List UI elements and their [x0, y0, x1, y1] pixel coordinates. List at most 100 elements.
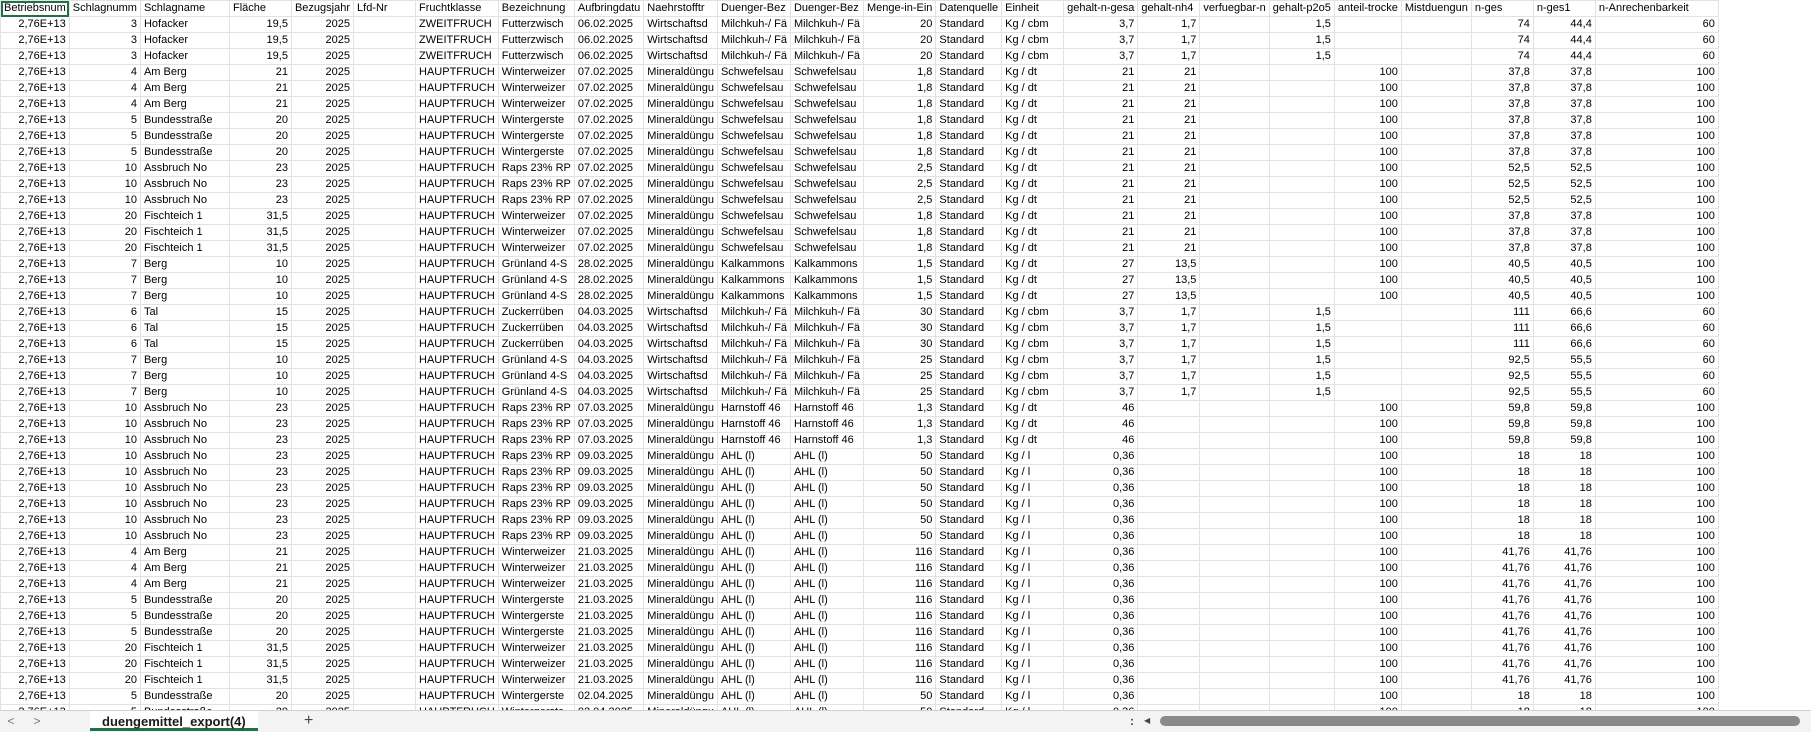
table-cell[interactable] — [1400, 336, 1472, 353]
table-cell[interactable] — [1199, 592, 1270, 609]
table-cell[interactable]: 23 — [228, 448, 292, 465]
table-cell[interactable] — [1199, 128, 1270, 145]
table-cell[interactable] — [1400, 448, 1472, 465]
table-cell[interactable]: HAUPTFRUCH — [415, 432, 499, 449]
table-cell[interactable]: 5 — [68, 688, 141, 705]
table-cell[interactable]: 100 — [1333, 80, 1402, 97]
table-cell[interactable]: 100 — [1594, 64, 1719, 81]
spreadsheet-grid[interactable]: Betriebsnum Schlagnumm Schlagname Fläche Bez… — [0, 0, 1811, 710]
table-cell[interactable]: 100 — [1594, 560, 1719, 577]
table-cell[interactable]: 3 — [68, 16, 141, 33]
table-cell[interactable]: Kg / dt — [1001, 80, 1065, 97]
table-cell[interactable] — [1268, 512, 1335, 529]
table-cell[interactable]: 1,7 — [1137, 320, 1201, 337]
table-cell[interactable] — [353, 384, 417, 401]
table-cell[interactable]: 111 — [1470, 336, 1534, 353]
table-cell[interactable]: ZWEITFRUCH — [415, 48, 499, 65]
table-cell[interactable]: 23 — [228, 176, 292, 193]
header-cell[interactable]: gehalt-n-gesa — [1063, 0, 1139, 17]
table-cell[interactable]: Winterweizer — [497, 656, 575, 673]
header-cell[interactable]: anteil-trocke — [1333, 0, 1402, 17]
table-cell[interactable]: Standard — [935, 240, 1003, 257]
table-cell[interactable]: 3,7 — [1063, 368, 1139, 385]
header-cell[interactable]: gehalt-p2o5 — [1268, 0, 1335, 17]
table-cell[interactable]: HAUPTFRUCH — [415, 656, 499, 673]
table-cell[interactable]: 2,76E+13 — [0, 224, 70, 241]
table-cell[interactable]: 100 — [1594, 112, 1719, 129]
table-cell[interactable]: 18 — [1470, 512, 1534, 529]
table-cell[interactable]: 41,76 — [1470, 544, 1534, 561]
table-cell[interactable]: 41,76 — [1470, 624, 1534, 641]
table-cell[interactable]: Standard — [935, 128, 1003, 145]
table-cell[interactable] — [1268, 192, 1335, 209]
table-cell[interactable]: 09.03.2025 — [573, 496, 645, 513]
table-cell[interactable]: 20 — [228, 128, 292, 145]
table-cell[interactable]: 30 — [862, 320, 937, 337]
table-cell[interactable]: Milchkuh-/ Fä — [789, 32, 865, 49]
table-cell[interactable]: 0,36 — [1063, 592, 1139, 609]
table-cell[interactable] — [1199, 640, 1270, 657]
table-cell[interactable]: Milchkuh-/ Fä — [716, 336, 791, 353]
table-cell[interactable]: HAUPTFRUCH — [415, 240, 499, 257]
table-cell[interactable]: Mineraldüngu — [643, 560, 718, 577]
table-cell[interactable]: 41,76 — [1532, 608, 1596, 625]
table-cell[interactable] — [353, 368, 417, 385]
table-cell[interactable]: 60 — [1594, 16, 1719, 33]
table-cell[interactable]: AHL (l) — [716, 528, 791, 545]
table-cell[interactable]: 21 — [1137, 176, 1201, 193]
table-cell[interactable]: 3 — [68, 48, 141, 65]
table-cell[interactable] — [1268, 272, 1335, 289]
table-cell[interactable]: AHL (l) — [789, 656, 865, 673]
table-cell[interactable] — [1333, 352, 1402, 369]
table-cell[interactable]: Mineraldüngu — [643, 464, 718, 481]
table-cell[interactable]: Milchkuh-/ Fä — [789, 368, 865, 385]
table-cell[interactable]: 21 — [1137, 240, 1201, 257]
table-cell[interactable]: 04.03.2025 — [573, 320, 645, 337]
table-cell[interactable]: 7 — [68, 384, 141, 401]
table-cell[interactable]: Mineraldüngu — [643, 448, 718, 465]
table-cell[interactable]: Assbruch No — [139, 528, 230, 545]
table-cell[interactable]: Standard — [935, 80, 1003, 97]
table-cell[interactable]: 07.02.2025 — [573, 112, 645, 129]
table-cell[interactable] — [353, 400, 417, 417]
table-cell[interactable]: 41,76 — [1532, 544, 1596, 561]
table-cell[interactable]: Winterweizer — [497, 240, 575, 257]
table-cell[interactable] — [1137, 640, 1201, 657]
table-cell[interactable]: Winterweizer — [497, 208, 575, 225]
table-cell[interactable]: Fischteich 1 — [139, 240, 230, 257]
table-cell[interactable]: Mineraldüngu — [643, 512, 718, 529]
table-cell[interactable]: 2,76E+13 — [0, 48, 70, 65]
table-cell[interactable]: 30 — [862, 336, 937, 353]
table-cell[interactable]: Standard — [935, 256, 1003, 273]
table-cell[interactable]: 1,3 — [862, 416, 937, 433]
table-cell[interactable]: 44,4 — [1532, 32, 1596, 49]
table-cell[interactable]: Mineraldüngu — [643, 272, 718, 289]
table-cell[interactable]: 2,76E+13 — [0, 352, 70, 369]
table-cell[interactable]: Milchkuh-/ Fä — [716, 384, 791, 401]
table-cell[interactable] — [1268, 416, 1335, 433]
table-cell[interactable] — [1333, 384, 1402, 401]
table-cell[interactable]: AHL (l) — [789, 480, 865, 497]
table-cell[interactable]: 92,5 — [1470, 368, 1534, 385]
table-cell[interactable] — [1199, 304, 1270, 321]
table-cell[interactable]: AHL (l) — [789, 576, 865, 593]
table-cell[interactable]: 21 — [228, 576, 292, 593]
table-cell[interactable]: 07.03.2025 — [573, 432, 645, 449]
table-cell[interactable] — [1137, 400, 1201, 417]
table-cell[interactable] — [1199, 368, 1270, 385]
table-cell[interactable]: 20 — [228, 688, 292, 705]
table-cell[interactable]: Kg / dt — [1001, 432, 1065, 449]
table-cell[interactable]: 6 — [68, 304, 141, 321]
table-cell[interactable]: 10 — [68, 160, 141, 177]
table-cell[interactable] — [1268, 400, 1335, 417]
table-cell[interactable]: 13,5 — [1137, 288, 1201, 305]
table-cell[interactable]: 60 — [1594, 384, 1719, 401]
table-cell[interactable] — [1400, 576, 1472, 593]
header-cell[interactable]: Duenger-Bez — [789, 0, 865, 17]
table-cell[interactable]: 20 — [862, 16, 937, 33]
table-cell[interactable]: 1,5 — [1268, 336, 1335, 353]
table-cell[interactable]: Kg / cbm — [1001, 320, 1065, 337]
table-cell[interactable]: Mineraldüngu — [643, 576, 718, 593]
table-cell[interactable] — [1268, 160, 1335, 177]
table-cell[interactable]: Fischteich 1 — [139, 656, 230, 673]
